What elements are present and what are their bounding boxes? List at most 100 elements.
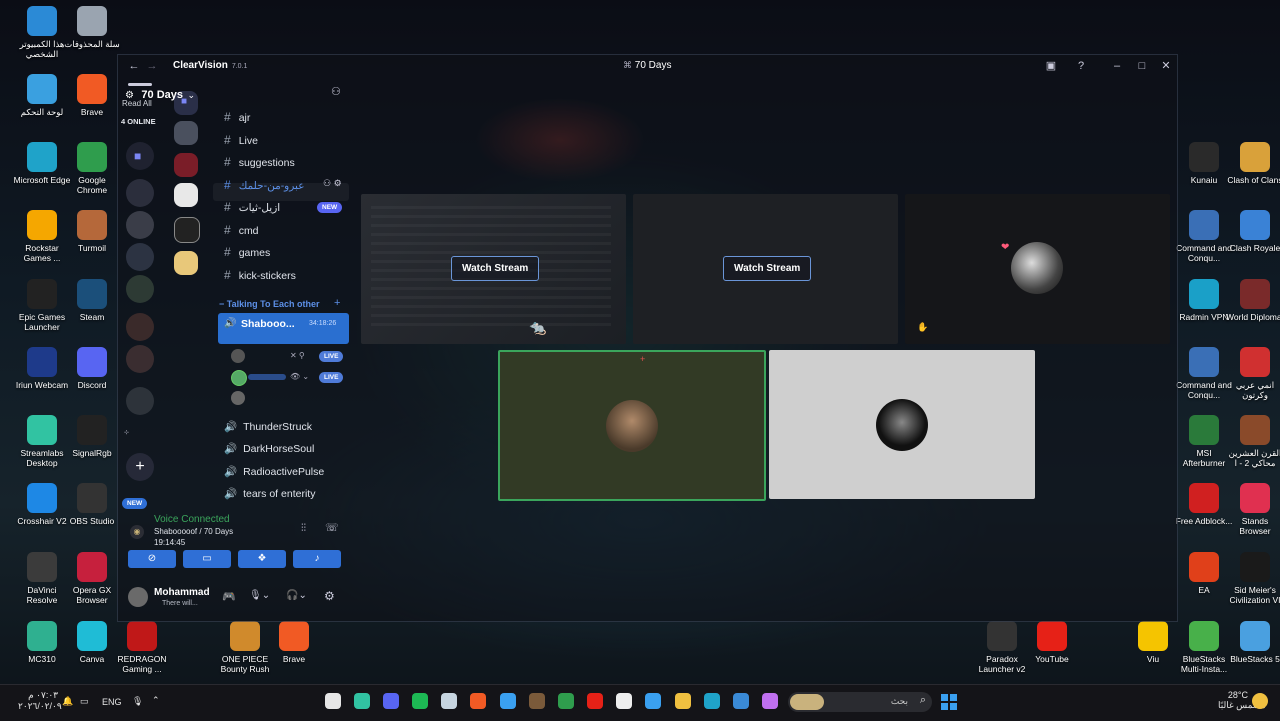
- youtube-taskbar-icon[interactable]: [587, 693, 603, 709]
- help-icon[interactable]: ?: [1073, 58, 1089, 74]
- add-server-icon[interactable]: +: [126, 453, 154, 481]
- member-avatar-3[interactable]: [231, 391, 245, 405]
- text-channel[interactable]: # عبرو-من-حلمك: [224, 178, 304, 192]
- voice-channel[interactable]: 🔊 DarkHorseSoul: [224, 442, 314, 455]
- activities-button[interactable]: ❖: [238, 550, 286, 568]
- headphones-icon[interactable]: 🎧⌄: [286, 590, 307, 601]
- desktop-shortcut[interactable]: Sid Meier's Civilization VI: [1226, 552, 1280, 605]
- forward-arrow-icon[interactable]: →: [144, 58, 160, 74]
- folder-icon[interactable]: ■: [126, 142, 154, 170]
- settings-gear-icon[interactable]: ⚙: [324, 589, 335, 603]
- search-box[interactable]: بحث ⌕: [788, 692, 932, 712]
- desktop-shortcut[interactable]: Discord: [63, 347, 121, 390]
- weather[interactable]: 28°C مشمس غالبًا: [1218, 690, 1266, 711]
- voice-channel[interactable]: 🔊 ThunderStruck: [224, 420, 312, 433]
- server-icon-6[interactable]: [126, 345, 154, 373]
- desktop-shortcut[interactable]: Turmoil: [63, 210, 121, 253]
- desktop-shortcut[interactable]: Steam: [63, 279, 121, 322]
- desktop-shortcut[interactable]: BlueStacks Multi-Insta...: [1175, 621, 1233, 674]
- voice-channel[interactable]: 🔊 tears of enterity: [224, 487, 315, 500]
- desktop-shortcut[interactable]: Google Chrome: [63, 142, 121, 195]
- desktop-shortcut[interactable]: REDRAGON Gaming ...: [113, 621, 171, 674]
- add-channel-icon[interactable]: +: [334, 297, 340, 309]
- language-indicator[interactable]: ENG: [102, 697, 122, 707]
- invite-icon[interactable]: ⚇ ⚙: [323, 178, 342, 189]
- user-tile-2[interactable]: [769, 350, 1035, 499]
- discord-taskbar-icon[interactable]: [383, 693, 399, 709]
- server-icon-1[interactable]: [126, 179, 154, 207]
- minimize-icon[interactable]: –: [1109, 58, 1125, 74]
- desktop-shortcut[interactable]: World Diplomat: [1226, 279, 1280, 322]
- desktop-shortcut[interactable]: Brave: [265, 621, 323, 664]
- tiktok-icon[interactable]: [616, 693, 632, 709]
- desktop-shortcut[interactable]: القرن العشرين محاكي 2 - ا: [1226, 415, 1280, 468]
- desktop-shortcut[interactable]: Opera GX Browser: [63, 552, 121, 605]
- desktop-shortcut[interactable]: SignalRgb: [63, 415, 121, 458]
- text-channel[interactable]: # ازيل-ثيات: [224, 200, 280, 214]
- streamlabs-taskbar-icon[interactable]: [354, 693, 370, 709]
- desktop-shortcut[interactable]: Stands Browser: [1226, 483, 1280, 536]
- server-icon-7[interactable]: [126, 387, 154, 415]
- minecraft-icon[interactable]: [529, 693, 545, 709]
- text-channel[interactable]: # kick-stickers: [224, 268, 296, 282]
- desktop-shortcut[interactable]: EA: [1175, 552, 1233, 595]
- server-icon-5[interactable]: [126, 313, 154, 341]
- taskview-icon[interactable]: [325, 693, 341, 709]
- display-icon[interactable]: ▭: [80, 696, 89, 707]
- start-icon[interactable]: [941, 694, 957, 710]
- text-channel[interactable]: # cmd: [224, 223, 259, 237]
- close-icon[interactable]: ✕: [1158, 58, 1174, 74]
- edge-taskbar-icon[interactable]: [704, 693, 720, 709]
- watch-stream-button-1[interactable]: Watch Stream: [451, 256, 540, 281]
- desktop-shortcut[interactable]: Command and Conqu...: [1175, 210, 1233, 263]
- desktop-shortcut[interactable]: BlueStacks 5: [1226, 621, 1280, 664]
- desktop-shortcut[interactable]: سلة المحذوفات: [63, 6, 121, 49]
- voice-channel-path[interactable]: Shabooooof / 70 Days: [154, 527, 233, 536]
- desktop-shortcut[interactable]: Free Adblock...: [1175, 483, 1233, 526]
- show-hidden-icon[interactable]: ⌃: [152, 695, 160, 706]
- desktop-shortcut[interactable]: انمي عربي وكرتون: [1226, 347, 1280, 400]
- server-icon-3[interactable]: [126, 243, 154, 271]
- chrome-taskbar-icon[interactable]: [558, 693, 574, 709]
- add-member-icon[interactable]: ⚇: [331, 85, 341, 98]
- user-avatar[interactable]: [128, 587, 148, 607]
- soundboard-button[interactable]: ♪: [293, 550, 341, 568]
- desktop-shortcut[interactable]: OBS Studio: [63, 483, 121, 526]
- server-icon-2[interactable]: [126, 211, 154, 239]
- screen-share-button[interactable]: ▭: [183, 550, 231, 568]
- app-icon[interactable]: [500, 693, 516, 709]
- noise-suppression-icon[interactable]: ⫶⫶: [301, 523, 306, 534]
- text-channel[interactable]: # Live: [224, 133, 258, 147]
- copilot-icon[interactable]: [762, 693, 778, 709]
- voice-category[interactable]: − Talking To Each other: [219, 299, 319, 309]
- desktop-shortcut[interactable]: Clash Royale: [1226, 210, 1280, 253]
- desktop-shortcut[interactable]: Radmin VPN: [1175, 279, 1233, 322]
- watch-stream-button-2[interactable]: Watch Stream: [723, 256, 812, 281]
- text-channel[interactable]: # ajr: [224, 110, 250, 124]
- member-avatar-1[interactable]: [231, 349, 245, 363]
- camera-off-button[interactable]: ⊘: [128, 550, 176, 568]
- file-explorer-icon[interactable]: [675, 693, 691, 709]
- back-arrow-icon[interactable]: ←: [126, 58, 142, 74]
- member-avatar-2[interactable]: [231, 370, 247, 386]
- brave-taskbar-icon[interactable]: [470, 693, 486, 709]
- active-voice-channel[interactable]: 🔊 Shabooo... 34:18:26: [218, 313, 349, 344]
- desktop-shortcut[interactable]: Command and Conqu...: [1175, 347, 1233, 400]
- inbox-icon[interactable]: ▣: [1043, 58, 1059, 74]
- desktop-shortcut[interactable]: YouTube: [1023, 621, 1081, 664]
- text-channel[interactable]: # suggestions: [224, 155, 295, 169]
- gamepad-icon[interactable]: 🎮: [222, 590, 236, 603]
- disconnect-icon[interactable]: ☏: [325, 521, 339, 534]
- store-icon[interactable]: [645, 693, 661, 709]
- microphone-icon[interactable]: 🎙⌄: [249, 590, 270, 601]
- desktop-shortcut[interactable]: Brave: [63, 74, 121, 117]
- mic-tray-icon[interactable]: 🎙: [132, 696, 143, 707]
- desktop-shortcut[interactable]: MSI Afterburner: [1175, 415, 1233, 468]
- desktop-shortcut[interactable]: Clash of Clans: [1226, 142, 1280, 185]
- notification-icon[interactable]: 🔔: [62, 696, 73, 707]
- voice-channel[interactable]: 🔊 RadioactivePulse: [224, 465, 324, 478]
- server-header[interactable]: ⚙ 70 Days ⌄: [125, 85, 195, 103]
- clock[interactable]: ٠٧:٠٣ م ٢٠٢٦/٠٢/٠٩: [18, 690, 62, 712]
- spotify-icon[interactable]: [412, 693, 428, 709]
- steam-taskbar-icon[interactable]: [441, 693, 457, 709]
